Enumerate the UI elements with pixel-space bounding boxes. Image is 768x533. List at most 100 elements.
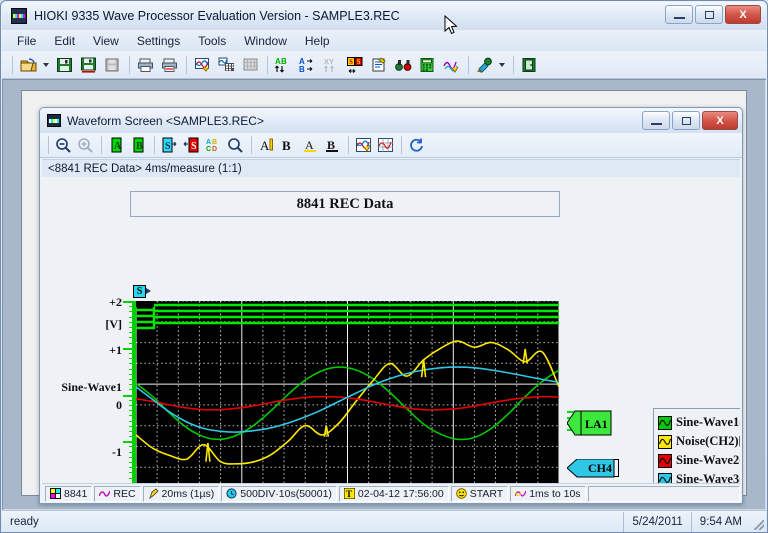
save-all-button[interactable]: [101, 53, 124, 76]
channel-tag-ch4[interactable]: CH4: [567, 459, 619, 478]
waveform-grid-button[interactable]: [375, 135, 396, 156]
svg-text:C: C: [206, 146, 211, 153]
cursor-b-button[interactable]: B: [128, 135, 149, 156]
settings-tools-button[interactable]: [473, 53, 496, 76]
chart-title-box: 8841 REC Data: [130, 191, 560, 217]
status-cell-label: START: [469, 487, 504, 500]
start-icon: [455, 488, 467, 499]
xy-plot-button[interactable]: XY: [320, 53, 343, 76]
status-cell: START: [450, 485, 509, 502]
minimize-icon: [650, 123, 662, 125]
status-time: 9:54 AM: [690, 511, 750, 532]
svg-text:S: S: [165, 141, 171, 152]
waveform-minimize-button[interactable]: [642, 111, 670, 130]
window-controls: X: [665, 5, 761, 24]
abcd-button[interactable]: ABCD: [203, 135, 224, 156]
svg-text:D: D: [212, 146, 217, 153]
math-wave-button[interactable]: [440, 53, 463, 76]
calculator-button[interactable]: [416, 53, 439, 76]
menu-item-edit[interactable]: Edit: [45, 32, 84, 50]
waveform-status-bar: 8841 REC 20ms (1µs) 500DIV·10s(50001) T 02-04…: [42, 483, 740, 503]
resize-grip[interactable]: [750, 512, 766, 532]
waveform-maximize-button[interactable]: [672, 111, 700, 130]
underline-a-button[interactable]: A: [300, 135, 321, 156]
legend-item-label: Sine-Wave1(CH1): [676, 415, 740, 429]
toolbar-separator: [267, 55, 268, 74]
text-a-button[interactable]: A: [256, 135, 277, 156]
svg-text:A: A: [206, 139, 211, 146]
zoom-in-button[interactable]: [75, 135, 96, 156]
grid-view-button[interactable]: [239, 53, 262, 76]
waveform-doc-icon: [47, 114, 61, 127]
properties-button[interactable]: [368, 53, 391, 76]
channel-tag-la1[interactable]: LA1: [566, 409, 612, 436]
y-tick-label-plus1: +1: [109, 343, 122, 357]
magnifier-button[interactable]: [225, 135, 246, 156]
waveform-view-button[interactable]: [191, 53, 214, 76]
open-file-dropdown-arrow[interactable]: [41, 53, 51, 76]
minimize-icon: [673, 17, 685, 19]
status-cell: 1ms to 10s: [510, 485, 586, 502]
status-cell-label: 20ms (1µs): [161, 487, 215, 500]
waveform-close-button[interactable]: X: [702, 111, 738, 130]
pen-icon: [148, 488, 159, 500]
legend-item[interactable]: Sine-Wave2(CH3): [658, 451, 740, 470]
svg-text:LA1: LA1: [585, 417, 608, 431]
menu-item-settings[interactable]: Settings: [128, 32, 189, 50]
refresh-button[interactable]: [406, 135, 427, 156]
settings-dropdown-arrow[interactable]: [497, 53, 507, 76]
print-button[interactable]: [134, 53, 157, 76]
minimize-button[interactable]: [665, 5, 693, 24]
y-axis-ticks: [123, 301, 136, 483]
svg-text:B: B: [281, 57, 287, 66]
waveform-window-title: Waveform Screen <SAMPLE3.REC>: [67, 113, 264, 128]
legend-item[interactable]: Noise(CH2)[V]: [658, 432, 740, 451]
cursor-a-button[interactable]: A: [106, 135, 127, 156]
save-button[interactable]: [53, 53, 76, 76]
menu-item-view[interactable]: View: [84, 32, 128, 50]
toolbar-separator: [12, 55, 13, 74]
ab-cursor-button[interactable]: AB: [272, 53, 295, 76]
legend-item[interactable]: Sine-Wave3(CH4): [658, 470, 740, 483]
search-end-button[interactable]: S: [181, 135, 202, 156]
menu-item-file[interactable]: File: [8, 32, 45, 50]
status-cell-label: 500DIV·10s(50001): [240, 487, 332, 500]
toolbar-separator: [154, 136, 155, 154]
search-s-button[interactable]: SS: [344, 53, 367, 76]
toolbar-separator: [401, 136, 402, 154]
legend-color-swatch: [658, 472, 672, 483]
status-cell-label: 8841: [64, 487, 88, 500]
print-preview-button[interactable]: [158, 53, 181, 76]
zoom-out-button[interactable]: [53, 135, 74, 156]
underline-b-button[interactable]: B: [322, 135, 343, 156]
waveform-graph[interactable]: [136, 301, 559, 483]
status-cell-label: REC: [113, 487, 136, 500]
maximize-button[interactable]: [695, 5, 723, 24]
mouse-cursor: [444, 15, 458, 35]
a-to-b-button[interactable]: AB: [296, 53, 319, 76]
maximize-icon: [704, 10, 714, 19]
text-b-button[interactable]: B: [278, 135, 299, 156]
status-cell-label: 02-04-12 17:56:00: [357, 487, 444, 500]
menu-item-tools[interactable]: Tools: [189, 32, 235, 50]
y-tick-label-plus2: +2: [109, 295, 122, 309]
y-axis-labels: +2 [V] +1 Sine-Wave1 0 -1 -2: [42, 295, 122, 483]
main-toolbar: AB AB XY SS: [2, 51, 766, 79]
menu-item-window[interactable]: Window: [235, 32, 296, 50]
close-button[interactable]: X: [725, 5, 761, 24]
exit-door-button[interactable]: [518, 53, 541, 76]
svg-text:A: A: [305, 138, 314, 152]
waveform-colors-button[interactable]: [353, 135, 374, 156]
status-date: 5/24/2011: [623, 511, 690, 532]
search-start-button[interactable]: S: [159, 135, 180, 156]
maximize-icon: [681, 116, 691, 125]
chart-title: 8841 REC Data: [296, 195, 394, 212]
s-cursor-marker[interactable]: S: [133, 285, 151, 298]
menu-item-help[interactable]: Help: [296, 32, 339, 50]
waveform-table-button[interactable]: [215, 53, 238, 76]
legend-item[interactable]: Sine-Wave1(CH1): [658, 413, 740, 432]
toolbar-separator: [101, 136, 102, 154]
open-file-button[interactable]: [17, 53, 40, 76]
binoculars-button[interactable]: [392, 53, 415, 76]
save-as-button[interactable]: [77, 53, 100, 76]
